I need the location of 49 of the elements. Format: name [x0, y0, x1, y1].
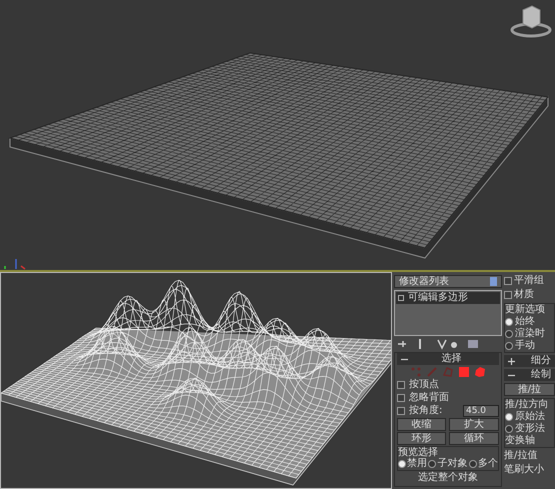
radio-button[interactable]: [504, 342, 513, 350]
radio-label: 禁用: [407, 458, 427, 470]
radio-button[interactable]: [504, 330, 513, 338]
group-title: 推/拉方向: [504, 399, 550, 410]
brush-size-label: 笔刷大小: [504, 464, 545, 476]
stack-item[interactable]: 可编辑多边形: [396, 292, 500, 304]
radio-label: 多个: [478, 458, 498, 470]
radio-button[interactable]: [504, 413, 513, 421]
select-whole-object-label: 选定整个对象: [416, 472, 479, 484]
checkbox[interactable]: [504, 277, 512, 285]
radio-button[interactable]: [504, 425, 513, 433]
view-cube-icon[interactable]: [510, 4, 552, 38]
expand-icon[interactable]: [398, 295, 404, 301]
radio-button[interactable]: [468, 460, 477, 468]
group-title: 预览选择: [398, 447, 439, 458]
angle-spinner[interactable]: 45.0: [462, 405, 499, 417]
selection-button[interactable]: 环形: [397, 432, 446, 445]
expand-icon[interactable]: [508, 358, 515, 364]
radio-button[interactable]: [428, 460, 436, 468]
radio-label: 渲染时: [514, 328, 545, 340]
radio-label: 手动: [514, 340, 535, 352]
polygon-level-icon[interactable]: [458, 366, 470, 378]
selection-button[interactable]: 收缩: [397, 418, 446, 431]
radio-label: 始终: [514, 316, 535, 328]
checkbox-label: 按角度:: [409, 405, 442, 417]
group-title: 更新选项: [504, 304, 546, 316]
rollout-header[interactable]: 绘制: [504, 369, 555, 381]
checkbox-label: 忽略背面: [409, 392, 449, 404]
axis-label: 变换轴: [504, 435, 536, 447]
checkbox[interactable]: [397, 407, 405, 415]
radio-label: 变形法: [514, 423, 545, 434]
rollout-header[interactable]: 细分: [504, 355, 555, 367]
radio-button[interactable]: [398, 460, 406, 468]
checkbox-label: 材质: [514, 289, 534, 301]
checkbox[interactable]: [504, 291, 512, 299]
push-pull-value-label: 推/拉值: [504, 450, 538, 462]
modifier-list-dropdown[interactable]: 修改器列表: [394, 275, 502, 288]
radio-label: 子对象: [437, 458, 468, 470]
radio-button[interactable]: [504, 318, 513, 326]
push-pull-button[interactable]: 推/拉: [504, 383, 555, 396]
axis-gizmo-icon: [2, 258, 26, 270]
checkbox[interactable]: [397, 394, 405, 402]
radio-label: 原始法: [514, 411, 545, 422]
checkbox-label: 平滑组: [514, 275, 544, 287]
selection-button[interactable]: 扩大: [449, 418, 499, 431]
selection-button[interactable]: 循环: [449, 432, 499, 445]
checkbox[interactable]: [397, 381, 405, 389]
checkbox-label: 按顶点: [409, 379, 439, 391]
rollout-header[interactable]: 选择: [397, 353, 499, 365]
